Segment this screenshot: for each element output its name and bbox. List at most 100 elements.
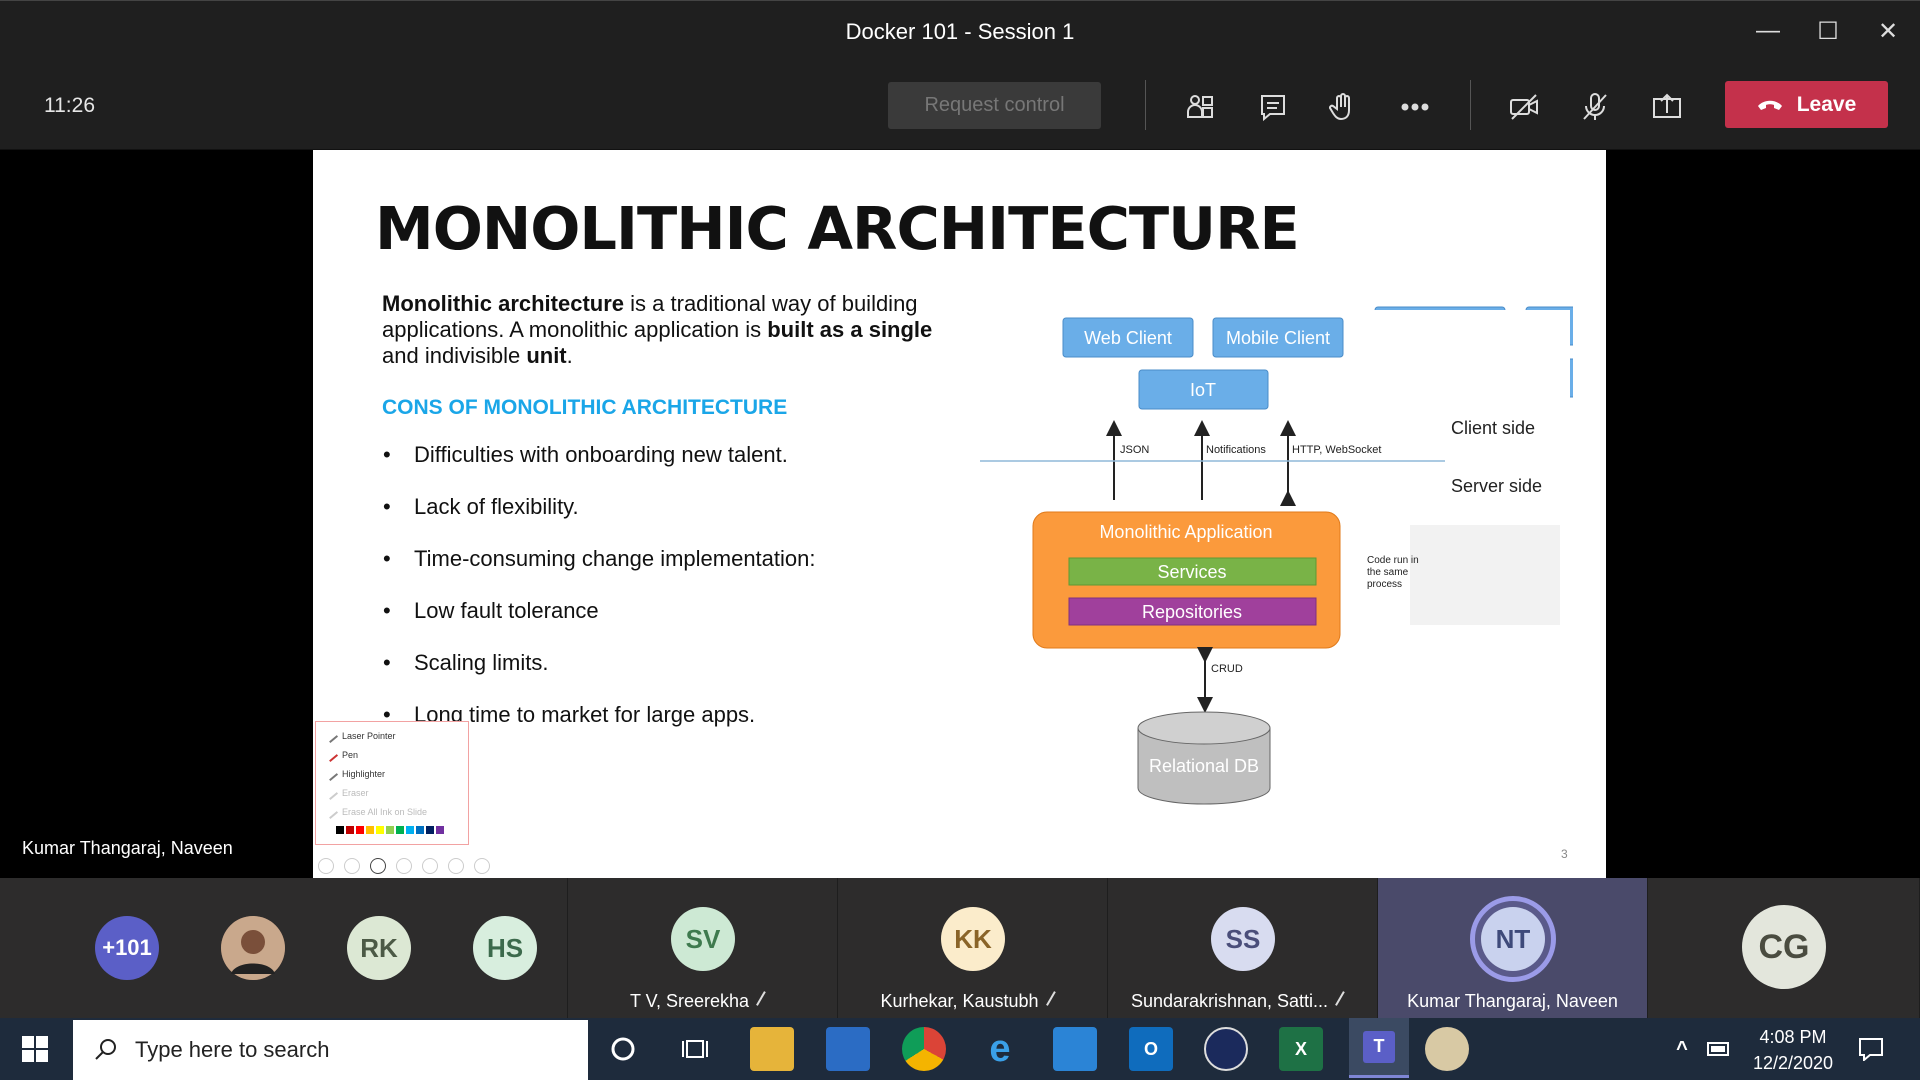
maximize-icon[interactable]: ☐ <box>1803 11 1853 51</box>
slide-number: 3 <box>1561 847 1568 861</box>
camera-off-icon[interactable] <box>1502 85 1546 129</box>
participant-photo-icon <box>221 916 285 980</box>
chat-icon[interactable] <box>1251 85 1295 129</box>
slides-icon[interactable] <box>396 858 412 874</box>
participant-tile[interactable]: SV T V, Sreerekha <box>568 878 838 1018</box>
overflow-participants-button[interactable]: +101 <box>95 916 159 980</box>
participants-icon[interactable] <box>1178 85 1222 129</box>
laser-pointer-icon <box>323 728 339 743</box>
bullet-text: Scaling limits. <box>414 650 549 675</box>
raise-hand-icon[interactable] <box>1321 85 1365 129</box>
chrome-icon[interactable] <box>902 1027 946 1071</box>
shared-content-stage: MONOLITHIC ARCHITECTURE Monolithic archi… <box>0 150 1920 878</box>
menu-label: Pen <box>342 749 359 760</box>
request-control-button[interactable]: Request control <box>888 82 1101 129</box>
intro-bold: Monolithic architecture <box>382 291 625 316</box>
divider <box>1470 80 1471 130</box>
list-item: • Lack of flexibility. <box>383 494 816 546</box>
color-swatch[interactable] <box>426 826 434 834</box>
slide-intro: Monolithic architecture is a traditional… <box>382 291 972 369</box>
http-label: HTTP, WebSocket <box>1292 444 1381 456</box>
taskbar-date: 12/2/2020 <box>1752 1053 1834 1073</box>
outlook-icon[interactable]: O <box>1129 1027 1173 1071</box>
mail-icon[interactable] <box>1053 1027 1097 1071</box>
leave-button[interactable]: Leave <box>1725 81 1888 128</box>
pen-tool-icon[interactable] <box>370 858 386 874</box>
presenter-name-label: Kumar Thangaraj, Naveen <box>22 838 233 858</box>
bullet-text: Low fault tolerance <box>414 598 599 623</box>
windows-taskbar: Type here to search e O X T ^ 4:08 PM 12… <box>0 1018 1920 1080</box>
participant-tile[interactable]: CG <box>1648 878 1920 1018</box>
color-swatch[interactable] <box>366 826 374 834</box>
divider <box>1145 80 1146 130</box>
next-slide-icon[interactable] <box>344 858 360 874</box>
notifications-icon[interactable] <box>1849 1027 1893 1071</box>
participant-name: Kumar Thangaraj, Naveen <box>1407 991 1618 1011</box>
color-swatch[interactable] <box>386 826 394 834</box>
mic-muted-icon <box>1335 991 1357 1014</box>
avatar[interactable]: RK <box>347 916 411 980</box>
start-button[interactable] <box>0 1018 70 1080</box>
participant-name: T V, Sreerekha <box>568 991 837 1014</box>
avatar[interactable] <box>221 916 285 980</box>
taskbar-search-box[interactable]: Type here to search <box>73 1020 588 1080</box>
task-view-icon[interactable] <box>673 1027 717 1071</box>
pen-item[interactable]: Pen <box>316 745 468 764</box>
list-item: • Difficulties with onboarding new talent… <box>383 442 816 494</box>
repositories-label: Repositories <box>1142 602 1242 622</box>
db-label: Relational DB <box>1149 756 1259 776</box>
avatar[interactable]: HS <box>473 916 537 980</box>
close-icon[interactable]: ✕ <box>1863 11 1913 51</box>
zoom-icon[interactable] <box>422 858 438 874</box>
cortana-icon[interactable] <box>601 1027 645 1071</box>
more-options-icon[interactable] <box>1393 85 1437 129</box>
paint-icon[interactable] <box>1425 1027 1469 1071</box>
excel-icon[interactable]: X <box>1279 1027 1323 1071</box>
cons-heading: CONS OF MONOLITHIC ARCHITECTURE <box>382 396 788 419</box>
meeting-toolbar: 11:26 Request control Leave <box>0 60 1920 150</box>
code-run-label: Code run in <box>1367 555 1419 566</box>
bullet-text: Difficulties with onboarding new talent. <box>414 442 788 467</box>
avatar: SV <box>671 907 735 971</box>
participant-tile-speaking[interactable]: NT Kumar Thangaraj, Naveen <box>1378 878 1648 1018</box>
internet-explorer-icon[interactable]: e <box>978 1027 1022 1071</box>
taskbar-clock[interactable]: 4:08 PM 12/2/2020 <box>1738 1024 1848 1076</box>
app-icon[interactable] <box>1204 1027 1248 1071</box>
color-swatch[interactable] <box>436 826 444 834</box>
json-label: JSON <box>1120 444 1149 456</box>
erase-all-item[interactable]: Erase All Ink on Slide <box>316 802 468 821</box>
color-swatch[interactable] <box>376 826 384 834</box>
eraser-item[interactable]: Eraser <box>316 783 468 802</box>
code-run-label: process <box>1367 579 1402 590</box>
avatar-strip: +101 RK HS <box>0 878 568 1018</box>
color-swatch[interactable] <box>336 826 344 834</box>
more-icon[interactable] <box>474 858 490 874</box>
intro-bold: unit <box>526 343 567 368</box>
battery-icon[interactable] <box>1697 1027 1741 1071</box>
color-swatch[interactable] <box>396 826 404 834</box>
teams-icon[interactable]: T <box>1349 1018 1409 1078</box>
store-icon[interactable] <box>826 1027 870 1071</box>
mic-muted-icon <box>756 991 778 1014</box>
color-swatch[interactable] <box>416 826 424 834</box>
minimize-icon[interactable]: — <box>1743 11 1793 51</box>
color-swatch[interactable] <box>356 826 364 834</box>
mic-off-icon[interactable] <box>1573 85 1617 129</box>
color-swatch[interactable] <box>346 826 354 834</box>
color-swatches <box>336 826 444 834</box>
subtitles-icon[interactable] <box>448 858 464 874</box>
highlighter-icon <box>323 766 339 781</box>
slide-navigation <box>318 858 490 874</box>
share-screen-icon[interactable] <box>1645 85 1689 129</box>
side-note-bg <box>1410 525 1560 625</box>
previous-slide-icon[interactable] <box>318 858 334 874</box>
participant-tile[interactable]: KK Kurhekar, Kaustubh <box>838 878 1108 1018</box>
highlighter-item[interactable]: Highlighter <box>316 764 468 783</box>
color-swatch[interactable] <box>406 826 414 834</box>
laser-pointer-item[interactable]: Laser Pointer <box>316 726 468 745</box>
window-titlebar: Docker 101 - Session 1 — ☐ ✕ <box>0 0 1920 60</box>
web-client-label: Web Client <box>1084 328 1172 348</box>
avatar: KK <box>941 907 1005 971</box>
participant-tile[interactable]: SS Sundarakrishnan, Satti... <box>1108 878 1378 1018</box>
file-explorer-icon[interactable] <box>750 1027 794 1071</box>
